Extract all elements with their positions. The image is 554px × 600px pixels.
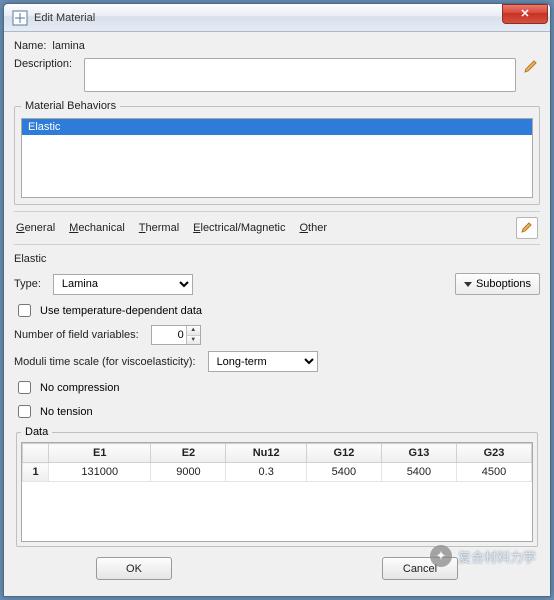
nfv-label: Number of field variables: <box>14 329 139 341</box>
close-icon: ✕ <box>520 7 529 20</box>
data-legend: Data <box>21 426 52 438</box>
edit-description-button[interactable] <box>522 58 540 76</box>
app-icon <box>12 10 28 26</box>
suboptions-button[interactable]: Suboptions <box>455 273 540 295</box>
ok-button[interactable]: OK <box>96 557 172 580</box>
behaviors-list[interactable]: Elastic <box>21 118 533 198</box>
delete-behavior-button[interactable] <box>516 217 538 239</box>
behavior-menubar: General Mechanical Thermal Electrical/Ma… <box>14 211 540 245</box>
no-tension-label: No tension <box>40 406 93 418</box>
menu-thermal[interactable]: Thermal <box>139 222 179 234</box>
nfv-stepper[interactable]: ▲ ▼ <box>151 325 201 345</box>
behavior-item[interactable]: Elastic <box>22 119 532 135</box>
dialog-body: Name: lamina Description: Material Behav… <box>4 32 550 596</box>
menu-general[interactable]: General <box>16 222 55 234</box>
cell-e2[interactable]: 9000 <box>151 463 226 482</box>
no-compression-label: No compression <box>40 382 119 394</box>
no-tension-checkbox[interactable]: No tension <box>14 402 540 421</box>
no-compression-input[interactable] <box>18 381 31 394</box>
col-nu12[interactable]: Nu12 <box>226 444 306 463</box>
description-input[interactable] <box>84 58 516 92</box>
nfv-down[interactable]: ▼ <box>186 336 200 345</box>
edit-material-window: Edit Material ✕ Name: lamina Description… <box>3 3 551 597</box>
col-g13[interactable]: G13 <box>381 444 456 463</box>
use-temperature-input[interactable] <box>18 304 31 317</box>
moduli-select[interactable]: Long-term <box>208 351 318 372</box>
col-g23[interactable]: G23 <box>456 444 531 463</box>
data-table: E1 E2 Nu12 G12 G13 G23 1 131000 9000 <box>22 443 532 482</box>
name-label: Name: <box>14 40 46 52</box>
window-title: Edit Material <box>34 12 502 24</box>
cell-e1[interactable]: 131000 <box>49 463 151 482</box>
cell-g12[interactable]: 5400 <box>306 463 381 482</box>
no-tension-input[interactable] <box>18 405 31 418</box>
row-header-blank <box>23 444 49 463</box>
no-compression-checkbox[interactable]: No compression <box>14 378 540 397</box>
suboptions-label: Suboptions <box>476 278 531 290</box>
pencil-icon <box>523 58 539 77</box>
menu-other[interactable]: Other <box>299 222 327 234</box>
col-g12[interactable]: G12 <box>306 444 381 463</box>
menu-electrical[interactable]: Electrical/Magnetic <box>193 222 285 234</box>
col-e2[interactable]: E2 <box>151 444 226 463</box>
menu-mechanical[interactable]: Mechanical <box>69 222 125 234</box>
row-number[interactable]: 1 <box>23 463 49 482</box>
table-row[interactable]: 1 131000 9000 0.3 5400 5400 4500 <box>23 463 532 482</box>
cell-nu12[interactable]: 0.3 <box>226 463 306 482</box>
material-behaviors-legend: Material Behaviors <box>21 100 120 112</box>
cancel-button[interactable]: Cancel <box>382 557 458 580</box>
elastic-heading: Elastic <box>14 253 540 265</box>
material-behaviors-group: Material Behaviors Elastic <box>14 100 540 205</box>
pencil-icon <box>520 220 534 237</box>
data-table-wrap[interactable]: E1 E2 Nu12 G12 G13 G23 1 131000 9000 <box>21 442 533 542</box>
use-temperature-label: Use temperature-dependent data <box>40 305 202 317</box>
titlebar: Edit Material ✕ <box>4 4 550 32</box>
moduli-label: Moduli time scale (for viscoelasticity): <box>14 356 196 368</box>
nfv-up[interactable]: ▲ <box>186 326 200 336</box>
type-select[interactable]: Lamina <box>53 274 193 295</box>
description-label: Description: <box>14 58 72 70</box>
data-group: Data E1 E2 Nu12 G12 G13 G23 <box>16 426 538 547</box>
name-value: lamina <box>52 40 84 52</box>
col-e1[interactable]: E1 <box>49 444 151 463</box>
close-button[interactable]: ✕ <box>502 4 548 24</box>
cell-g13[interactable]: 5400 <box>381 463 456 482</box>
use-temperature-checkbox[interactable]: Use temperature-dependent data <box>14 301 540 320</box>
cell-g23[interactable]: 4500 <box>456 463 531 482</box>
type-label: Type: <box>14 278 41 290</box>
dialog-footer: OK Cancel <box>14 547 540 586</box>
chevron-down-icon <box>464 282 472 287</box>
